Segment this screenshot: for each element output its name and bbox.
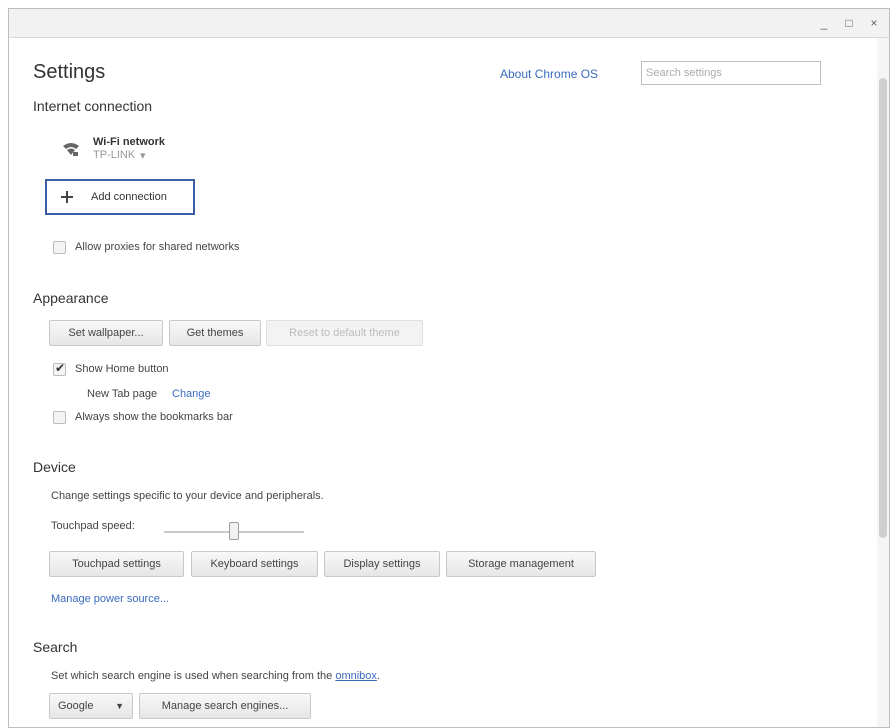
change-home-page-link[interactable]: Change [172,388,211,400]
search-engine-select[interactable]: Google ▼ [49,693,133,719]
search-heading: Search [33,639,78,655]
vertical-scrollbar[interactable] [877,38,889,727]
show-home-label: Show Home button [75,363,169,375]
chevron-down-icon[interactable]: ▾ [140,149,146,162]
wifi-network-name: TP-LINK [93,149,136,161]
close-button[interactable]: × [865,15,883,31]
search-settings-input[interactable]: Search settings [641,61,821,85]
search-engine-value: Google [58,700,94,712]
wifi-icon [63,143,79,156]
manage-power-source-link[interactable]: Manage power source... [51,593,169,605]
appearance-heading: Appearance [33,290,109,306]
storage-management-button[interactable]: Storage management [446,551,596,577]
search-description-suffix: . [376,670,380,682]
reset-theme-button[interactable]: Reset to default theme [266,320,423,346]
settings-window: _ □ × Settings About Chrome OS Search se… [8,8,890,728]
device-description: Change settings specific to your device … [51,490,324,502]
add-connection-label: Add connection [91,191,167,203]
set-wallpaper-button[interactable]: Set wallpaper... [49,320,163,346]
touchpad-speed-label: Touchpad speed: [51,520,135,532]
show-home-checkbox[interactable]: ✔ [53,361,66,376]
manage-search-engines-button[interactable]: Manage search engines... [139,693,311,719]
bookmarks-bar-label: Always show the bookmarks bar [75,411,233,423]
allow-proxies-checkbox[interactable] [53,241,66,254]
allow-proxies-label: Allow proxies for shared networks [75,241,240,253]
internet-connection-heading: Internet connection [33,98,153,114]
omnibox-link[interactable]: omnibox [335,670,377,682]
about-chrome-os-link[interactable]: About Chrome OS [500,67,598,81]
dropdown-arrow-icon: ▼ [115,701,124,711]
title-bar: _ □ × [9,9,889,38]
keyboard-settings-button[interactable]: Keyboard settings [191,551,318,577]
wifi-network-label: Wi-Fi network [93,136,166,148]
page-title: Settings [33,61,106,83]
maximize-button[interactable]: □ [840,15,858,31]
device-heading: Device [33,459,76,475]
new-tab-page-text: New Tab page [87,388,158,400]
scrollbar-thumb[interactable] [879,78,887,538]
touchpad-speed-slider-handle[interactable] [229,522,239,540]
add-connection-button[interactable]: Add connection [45,179,195,215]
minimize-button[interactable]: _ [815,15,833,31]
bookmarks-bar-checkbox[interactable] [53,411,66,424]
plus-icon [61,191,73,203]
get-themes-button[interactable]: Get themes [169,320,261,346]
touchpad-settings-button[interactable]: Touchpad settings [49,551,184,577]
display-settings-button[interactable]: Display settings [324,551,440,577]
checkmark-icon: ✔ [55,361,66,375]
search-description: Set which search engine is used when sea… [51,670,380,682]
search-description-prefix: Set which search engine is used when sea… [51,670,336,682]
